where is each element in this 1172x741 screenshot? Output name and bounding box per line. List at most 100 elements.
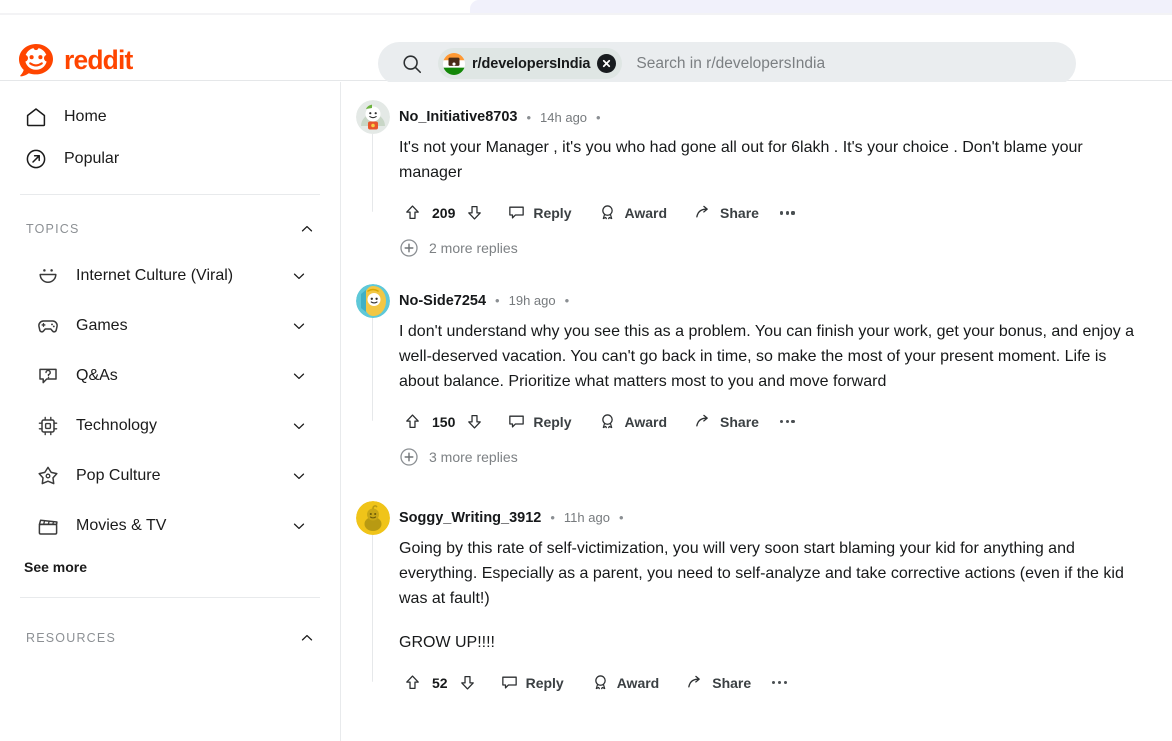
share-label: Share — [712, 674, 752, 691]
sidebar-item-label: Technology — [76, 417, 157, 434]
sidebar-item-movies-tv[interactable]: Movies & TV — [12, 501, 328, 551]
share-label: Share — [720, 413, 759, 430]
comment-actions: 52 Reply Award Share — [399, 664, 1150, 702]
comment-timestamp: 14h ago — [540, 109, 588, 125]
more-replies-button[interactable]: 3 more replies — [356, 441, 1150, 473]
thread-collapse-line[interactable] — [372, 134, 373, 212]
user-avatar-gray-snoo-icon[interactable] — [356, 100, 390, 134]
sidebar-item-pop-culture[interactable]: Pop Culture — [12, 451, 328, 501]
comment-actions: 209 Reply Award Share — [399, 194, 1150, 232]
upvote-button[interactable] — [399, 668, 426, 698]
sidebar-divider-2 — [20, 597, 320, 598]
browser-tab-strip[interactable] — [470, 0, 1172, 13]
ellipsis-icon — [783, 680, 787, 685]
chevron-down-icon[interactable] — [290, 467, 308, 485]
subreddit-avatar-india-flag-icon — [443, 52, 465, 75]
ellipsis-icon — [791, 211, 795, 215]
comment-bubble-icon — [501, 676, 517, 689]
user-avatar-yellow-snoo-icon[interactable] — [356, 283, 390, 318]
downvote-button[interactable] — [454, 668, 481, 698]
upvote-button[interactable] — [399, 198, 426, 228]
sidebar-item-qas[interactable]: Q&As — [12, 351, 328, 401]
comment-thread: Soggy_Writing_3912 • 11h ago • Going by … — [356, 500, 1150, 708]
upvote-button[interactable] — [399, 407, 426, 437]
downvote-button[interactable] — [461, 407, 488, 437]
comment-paragraph: Going by this rate of self-victimization… — [399, 539, 1124, 607]
reply-label: Reply — [525, 674, 564, 691]
chevron-down-icon[interactable] — [290, 367, 308, 385]
site-header: reddit r/developersIndia Search in r/dev… — [0, 15, 1172, 85]
thread-collapse-line[interactable] — [372, 317, 373, 421]
comment-header: No_Initiative8703 • 14h ago • — [356, 100, 1150, 134]
meta-separator: • — [618, 510, 624, 526]
comment-paragraph: It's not your Manager , it's you who had… — [399, 139, 1083, 181]
share-button[interactable]: Share — [677, 668, 760, 698]
topics-section-header[interactable]: TOPICS — [0, 207, 340, 251]
comment-header: Soggy_Writing_3912 • 11h ago • — [356, 500, 1150, 535]
chevron-down-icon[interactable] — [290, 317, 308, 335]
smiley-face-icon — [39, 269, 57, 283]
sidebar-item-label: Movies & TV — [76, 517, 167, 534]
reply-button[interactable]: Reply — [491, 668, 573, 698]
sidebar-item-technology[interactable]: Technology — [12, 401, 328, 451]
ellipsis-icon — [779, 420, 784, 424]
share-button[interactable]: Share — [685, 198, 768, 228]
sidebar-item-games[interactable]: Games — [12, 301, 328, 351]
vote-count: 52 — [432, 674, 448, 691]
more-options-button[interactable] — [768, 211, 807, 215]
more-replies-button[interactable]: 2 more replies — [356, 232, 1150, 264]
sidebar-item-label: Pop Culture — [76, 467, 161, 484]
comment-author[interactable]: No_Initiative8703 — [399, 109, 517, 125]
more-options-button[interactable] — [760, 680, 799, 685]
comment-body: It's not your Manager , it's you who had… — [356, 134, 1150, 232]
upvote-arrow-icon — [406, 414, 419, 429]
award-button[interactable]: Award — [589, 198, 676, 228]
award-label: Award — [624, 413, 668, 430]
share-arrow-icon — [696, 206, 708, 218]
chevron-up-icon[interactable] — [298, 629, 316, 647]
resources-section-header[interactable]: RESOURCES — [0, 616, 340, 660]
reply-button[interactable]: Reply — [498, 407, 580, 437]
user-avatar-gold-snoo-icon[interactable] — [356, 500, 390, 535]
comment-author[interactable]: No-Side7254 — [399, 293, 486, 309]
reply-button[interactable]: Reply — [498, 198, 580, 228]
sidebar-item-label: Games — [76, 317, 128, 334]
comment-feed: No_Initiative8703 • 14h ago • It's not y… — [342, 82, 1172, 741]
topics-section-title: TOPICS — [26, 222, 80, 236]
sidebar-item-internet-culture[interactable]: Internet Culture (Viral) — [12, 251, 328, 301]
sidebar-item-popular[interactable]: Popular — [12, 138, 328, 180]
share-arrow-icon — [696, 415, 708, 427]
vote-count: 150 — [432, 413, 456, 430]
meta-separator: • — [495, 293, 500, 309]
search-bar[interactable]: r/developersIndia Search in r/developers… — [378, 42, 1076, 85]
resources-section-title: RESOURCES — [26, 631, 116, 645]
comment-paragraph: GROW UP!!!! — [399, 633, 495, 651]
chevron-up-icon[interactable] — [298, 220, 316, 238]
reddit-logo[interactable]: reddit — [16, 41, 176, 81]
close-icon[interactable] — [597, 54, 617, 73]
downvote-button[interactable] — [461, 198, 488, 228]
search-input-placeholder[interactable]: Search in r/developersIndia — [636, 55, 825, 73]
chevron-down-icon[interactable] — [290, 517, 308, 535]
comment-thread: No-Side7254 • 19h ago • I don't understa… — [356, 283, 1150, 479]
comment-author[interactable]: Soggy_Writing_3912 — [399, 510, 541, 526]
see-more-topics-button[interactable]: See more — [0, 551, 340, 575]
share-button[interactable]: Share — [685, 407, 768, 437]
meta-separator: • — [526, 109, 532, 125]
thread-collapse-line[interactable] — [372, 534, 373, 682]
chevron-down-icon[interactable] — [290, 267, 308, 285]
plus-circle-icon — [400, 239, 418, 257]
chevron-down-icon[interactable] — [290, 417, 308, 435]
sidebar-item-home[interactable]: Home — [12, 96, 328, 138]
comment-bubble-icon — [509, 415, 525, 428]
question-bubble-icon — [39, 368, 57, 384]
award-badge-icon — [602, 414, 614, 429]
more-options-button[interactable] — [768, 420, 807, 424]
award-button[interactable]: Award — [582, 668, 669, 698]
star-icon — [38, 466, 58, 485]
meta-separator: • — [550, 510, 555, 526]
search-icon — [403, 54, 422, 73]
sidebar-item-label: Internet Culture (Viral) — [76, 267, 234, 284]
search-subreddit-chip[interactable]: r/developersIndia — [438, 48, 623, 79]
award-button[interactable]: Award — [589, 407, 676, 437]
